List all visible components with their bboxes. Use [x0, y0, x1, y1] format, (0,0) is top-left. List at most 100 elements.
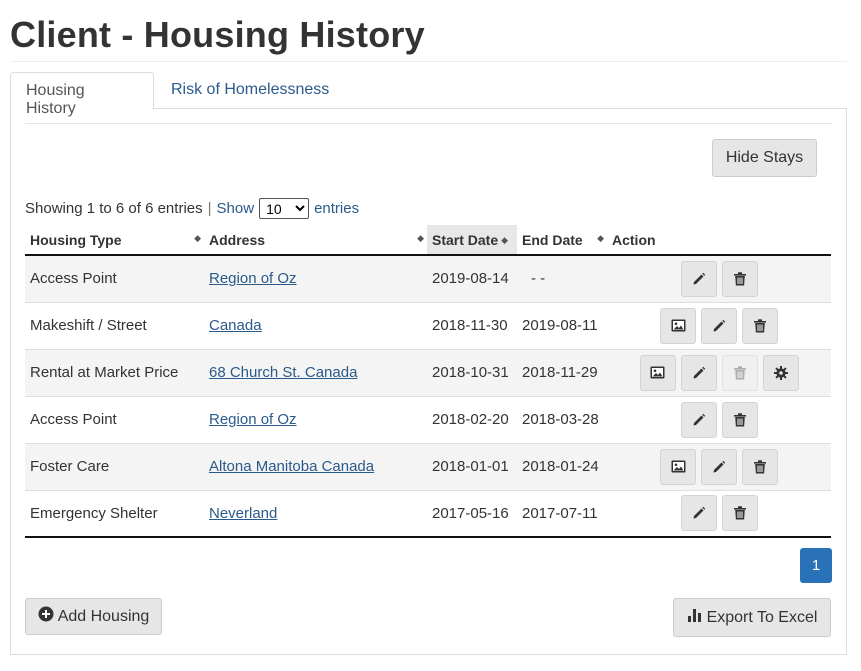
column-header-housing-type[interactable]: Housing Type ◆: [25, 225, 204, 256]
table-header-row: Housing Type ◆ Address ◆ Start Date ◆ End…: [25, 225, 831, 256]
column-header-label: Address: [209, 231, 266, 248]
start-date-cell: 2018-02-20: [427, 396, 517, 444]
sort-icon: ◆: [597, 233, 604, 243]
title-divider: [10, 61, 847, 62]
export-to-excel-button[interactable]: Export To Excel: [673, 598, 831, 637]
tab-housing-history[interactable]: Housing History: [10, 72, 154, 117]
column-header-label: Start Date: [432, 231, 499, 248]
column-header-address[interactable]: Address ◆: [204, 225, 427, 256]
settings-button[interactable]: [762, 354, 799, 391]
start-date-cell: 2018-11-30: [427, 302, 517, 350]
address-link[interactable]: Region of Oz: [209, 411, 297, 428]
view-image-button[interactable]: [639, 354, 676, 391]
trash-icon: [754, 318, 766, 333]
start-date-cell: 2018-10-31: [427, 349, 517, 397]
pencil-icon: [712, 319, 726, 333]
sort-icon: ◆: [501, 235, 509, 246]
edit-button[interactable]: [680, 260, 717, 297]
pencil-icon: [712, 460, 726, 474]
row-actions: [612, 260, 826, 297]
view-image-button[interactable]: [660, 307, 696, 344]
page-size-select[interactable]: 10: [259, 198, 310, 219]
end-date-cell: 2018-11-29: [517, 349, 607, 397]
view-image-button[interactable]: [660, 448, 696, 485]
address-link[interactable]: Region of Oz: [209, 270, 297, 287]
housing-type-cell: Access Point: [25, 255, 204, 303]
delete-button[interactable]: [721, 260, 758, 297]
address-cell: 68 Church St. Canada: [204, 349, 427, 397]
pagination-page-1[interactable]: 1: [800, 548, 832, 583]
add-housing-label: Add Housing: [57, 607, 150, 625]
entries-count-text: Showing 1 to 6 of 6 entries: [25, 200, 203, 217]
column-header-label: Housing Type: [30, 231, 122, 248]
column-header-action: Action: [607, 225, 831, 256]
end-date-cell: 2019-08-11: [517, 302, 607, 350]
edit-button[interactable]: [680, 495, 717, 532]
housing-type-cell: Makeshift / Street: [25, 302, 204, 350]
start-date-cell: 2018-01-01: [427, 443, 517, 491]
row-actions: [612, 448, 826, 485]
trash-icon: [733, 506, 746, 520]
address-link[interactable]: Neverland: [209, 505, 277, 522]
row-actions: [612, 354, 826, 391]
housing-type-cell: Access Point: [25, 396, 204, 444]
end-date-cell: - -: [517, 255, 607, 303]
delete-button[interactable]: [721, 495, 758, 532]
info-separator: |: [207, 200, 212, 217]
column-header-label: End Date: [522, 231, 583, 248]
action-cell: [607, 349, 831, 397]
plus-circle-icon: [38, 606, 54, 627]
address-link[interactable]: Altona Manitoba Canada: [209, 458, 374, 475]
action-cell: [607, 255, 831, 303]
address-cell: Neverland: [204, 490, 427, 538]
address-cell: Altona Manitoba Canada: [204, 443, 427, 491]
column-header-end-date[interactable]: End Date ◆: [517, 225, 607, 256]
pencil-icon: [692, 413, 706, 427]
delete-button[interactable]: [742, 307, 778, 344]
table-row: Access Point Region of Oz 2018-02-20 2018-0…: [25, 396, 831, 444]
housing-type-cell: Emergency Shelter: [25, 490, 204, 538]
delete-button[interactable]: [721, 401, 758, 438]
edit-button[interactable]: [680, 354, 717, 391]
table-row: Makeshift / Street Canada 2018-11-30 2019-…: [25, 302, 831, 350]
row-actions: [612, 401, 826, 438]
show-label: Show: [216, 200, 255, 217]
edit-button[interactable]: [680, 401, 717, 438]
sort-icon: ◆: [417, 233, 424, 243]
page-title: Client - Housing History: [10, 14, 425, 55]
pencil-icon: [692, 272, 706, 286]
tab-bar: Housing History Risk of Homelessness: [10, 72, 847, 117]
image-icon: [671, 460, 686, 473]
table-body: Access Point Region of Oz 2019-08-14- - Mak…: [25, 255, 831, 538]
image-icon: [650, 366, 665, 379]
address-cell: Region of Oz: [204, 396, 427, 444]
delete-button[interactable]: [742, 448, 778, 485]
row-actions: [612, 307, 826, 344]
bar-chart-icon: [687, 607, 703, 628]
table-info: Showing 1 to 6 of 6 entries | Show 10 en…: [25, 198, 359, 219]
hide-stays-button[interactable]: Hide Stays: [712, 139, 817, 177]
end-date-cell: 2018-01-24: [517, 443, 607, 491]
column-header-start-date[interactable]: Start Date ◆: [427, 225, 517, 256]
table-row: Foster Care Altona Manitoba Canada 2018-0…: [25, 443, 831, 491]
tab-risk-of-homelessness[interactable]: Risk of Homelessness: [156, 72, 344, 109]
edit-button[interactable]: [701, 448, 737, 485]
address-link[interactable]: Canada: [209, 317, 262, 334]
column-header-label: Action: [612, 231, 656, 248]
table-row: Emergency Shelter Neverland 2017-05-16 2017…: [25, 490, 831, 538]
image-icon: [671, 319, 686, 332]
address-link[interactable]: 68 Church St. Canada: [209, 364, 357, 381]
gear-icon: [773, 365, 788, 380]
trash-icon: [754, 459, 766, 474]
start-date-cell: 2019-08-14: [427, 255, 517, 303]
edit-button[interactable]: [701, 307, 737, 344]
action-cell: [607, 443, 831, 491]
export-label: Export To Excel: [706, 608, 818, 626]
address-cell: Region of Oz: [204, 255, 427, 303]
housing-type-cell: Rental at Market Price: [25, 349, 204, 397]
trash-icon: [733, 272, 746, 286]
end-date-cell: 2017-07-11: [517, 490, 607, 538]
add-housing-button[interactable]: Add Housing: [25, 598, 162, 635]
action-cell: [607, 396, 831, 444]
trash-icon: [733, 412, 746, 427]
